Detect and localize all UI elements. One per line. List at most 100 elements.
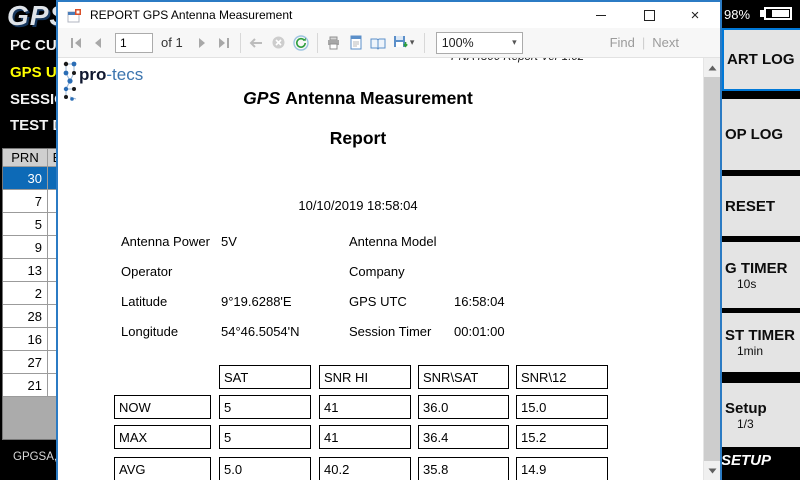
report-window: REPORT GPS Antenna Measurement × of 1 — [56, 0, 722, 480]
field-row: Antenna Power 5V Antenna Model — [58, 234, 658, 250]
table-row[interactable]: 9 — [3, 236, 63, 259]
row-label-now: NOW — [114, 395, 211, 419]
back-button[interactable] — [248, 32, 266, 54]
field-row: Operator Company — [58, 264, 658, 280]
prn-column-header[interactable]: PRN — [3, 149, 48, 166]
table-header-snr-sat: SNR\SAT — [418, 365, 509, 389]
table-cell: 5.0 — [219, 457, 311, 480]
refresh-button[interactable] — [292, 32, 310, 54]
row-label-max: MAX — [114, 425, 211, 449]
cancel-icon — [271, 35, 286, 50]
close-button[interactable]: × — [684, 2, 706, 28]
window-title: REPORT GPS Antenna Measurement — [90, 8, 292, 22]
table-row[interactable]: 16 — [3, 328, 63, 351]
find-next-button[interactable]: Next — [652, 35, 679, 50]
table-row[interactable]: 5 — [3, 213, 63, 236]
report-page: PNA4500 Report Ver 1.02 pro-tecs GPSAnte… — [58, 58, 720, 480]
close-icon: × — [691, 8, 700, 23]
maximize-button[interactable] — [638, 2, 660, 28]
back-arrow-icon — [249, 37, 264, 49]
toolbar-separator — [424, 33, 425, 53]
minimize-button[interactable] — [590, 2, 612, 28]
titlebar[interactable]: REPORT GPS Antenna Measurement × — [58, 2, 720, 28]
setup-button[interactable]: Setup 1/3 — [722, 383, 800, 447]
zoom-level: 100% — [442, 36, 474, 50]
find-button[interactable]: Find — [610, 35, 635, 50]
stop-rendering-button[interactable] — [270, 32, 288, 54]
print-button[interactable] — [325, 32, 343, 54]
last-page-icon — [217, 36, 231, 50]
export-save-icon — [393, 35, 408, 50]
refresh-icon — [293, 35, 309, 51]
minimize-icon — [596, 15, 606, 16]
scroll-down-icon[interactable] — [704, 462, 720, 479]
maximize-icon — [644, 10, 655, 21]
print-layout-icon — [349, 35, 363, 50]
export-button[interactable]: ▾ — [391, 32, 417, 54]
table-row[interactable]: 21 — [3, 374, 63, 397]
table-row[interactable]: 27 — [3, 351, 63, 374]
first-page-icon — [69, 36, 83, 50]
protecs-logo: pro-tecs — [79, 65, 143, 85]
page-number-input[interactable] — [115, 33, 153, 53]
battery-icon — [760, 7, 794, 20]
report-version-note: PNA4500 Report Ver 1.02 — [451, 58, 584, 63]
satellite-table: PRN E 30 7 5 9 13 2 28 16 27 21 — [2, 148, 64, 440]
test-timer-button[interactable]: ST TIMER 1min — [722, 313, 800, 372]
zoom-select[interactable]: 100% ▾ — [436, 32, 523, 54]
log-timer-button[interactable]: G TIMER 10s — [722, 242, 800, 308]
row-label-avg: AVG — [114, 457, 211, 480]
table-row[interactable]: 28 — [3, 305, 63, 328]
battery-percent: 98% — [724, 7, 750, 22]
table-cell: 41 — [319, 395, 411, 419]
reset-button[interactable]: RESET — [722, 176, 800, 236]
table-cell: 5 — [219, 395, 311, 419]
table-row[interactable]: 7 — [3, 190, 63, 213]
table-row[interactable]: 30 — [3, 167, 63, 190]
table-header-sat: SAT — [219, 365, 311, 389]
field-row: Longitude 54°46.5054'N Session Timer 00:… — [58, 324, 658, 340]
find-separator: | — [642, 35, 645, 50]
page-setup-icon — [370, 36, 386, 50]
printer-icon — [326, 36, 341, 50]
print-layout-button[interactable] — [347, 32, 365, 54]
table-cell: 15.0 — [516, 395, 608, 419]
table-cell: 36.4 — [418, 425, 509, 449]
previous-page-button[interactable] — [89, 32, 107, 54]
report-toolbar: of 1 ▾ 100% — [58, 28, 720, 58]
scrollbar-thumb[interactable] — [704, 77, 720, 461]
table-cell: 41 — [319, 425, 411, 449]
table-cell: 36.0 — [418, 395, 509, 419]
vertical-scrollbar[interactable] — [703, 58, 720, 480]
report-window-icon — [67, 8, 82, 23]
chevron-down-icon: ▾ — [512, 37, 517, 48]
page-count-label: of 1 — [161, 35, 183, 50]
table-header-snr-12: SNR\12 — [516, 365, 608, 389]
page-setup-button[interactable] — [369, 32, 387, 54]
toolbar-separator — [317, 33, 318, 53]
stop-log-button[interactable]: OP LOG — [722, 99, 800, 170]
next-page-icon — [195, 36, 209, 50]
table-row[interactable]: 13 — [3, 259, 63, 282]
scroll-up-icon[interactable] — [704, 59, 720, 76]
table-cell: 5 — [219, 425, 311, 449]
report-title-line2: Report — [58, 128, 658, 149]
start-log-button[interactable]: ART LOG — [722, 28, 800, 91]
field-row: Latitude 9°19.6288'E GPS UTC 16:58:04 — [58, 294, 658, 310]
toolbar-separator — [240, 33, 241, 53]
satellite-table-header: PRN E — [3, 149, 63, 167]
table-row[interactable]: 2 — [3, 282, 63, 305]
first-page-button[interactable] — [67, 32, 85, 54]
export-dropdown-caret: ▾ — [410, 37, 415, 48]
table-cell: 15.2 — [516, 425, 608, 449]
next-page-button[interactable] — [193, 32, 211, 54]
report-title-line1: GPSAntenna Measurement — [58, 88, 658, 109]
setup-footer-label: SETUP — [721, 452, 771, 469]
report-timestamp: 10/10/2019 18:58:04 — [58, 198, 658, 213]
last-page-button[interactable] — [215, 32, 233, 54]
previous-page-icon — [91, 36, 105, 50]
table-cell: 14.9 — [516, 457, 608, 480]
table-header-snr-hi: SNR HI — [319, 365, 411, 389]
table-cell: 35.8 — [418, 457, 509, 480]
table-cell: 40.2 — [319, 457, 411, 480]
